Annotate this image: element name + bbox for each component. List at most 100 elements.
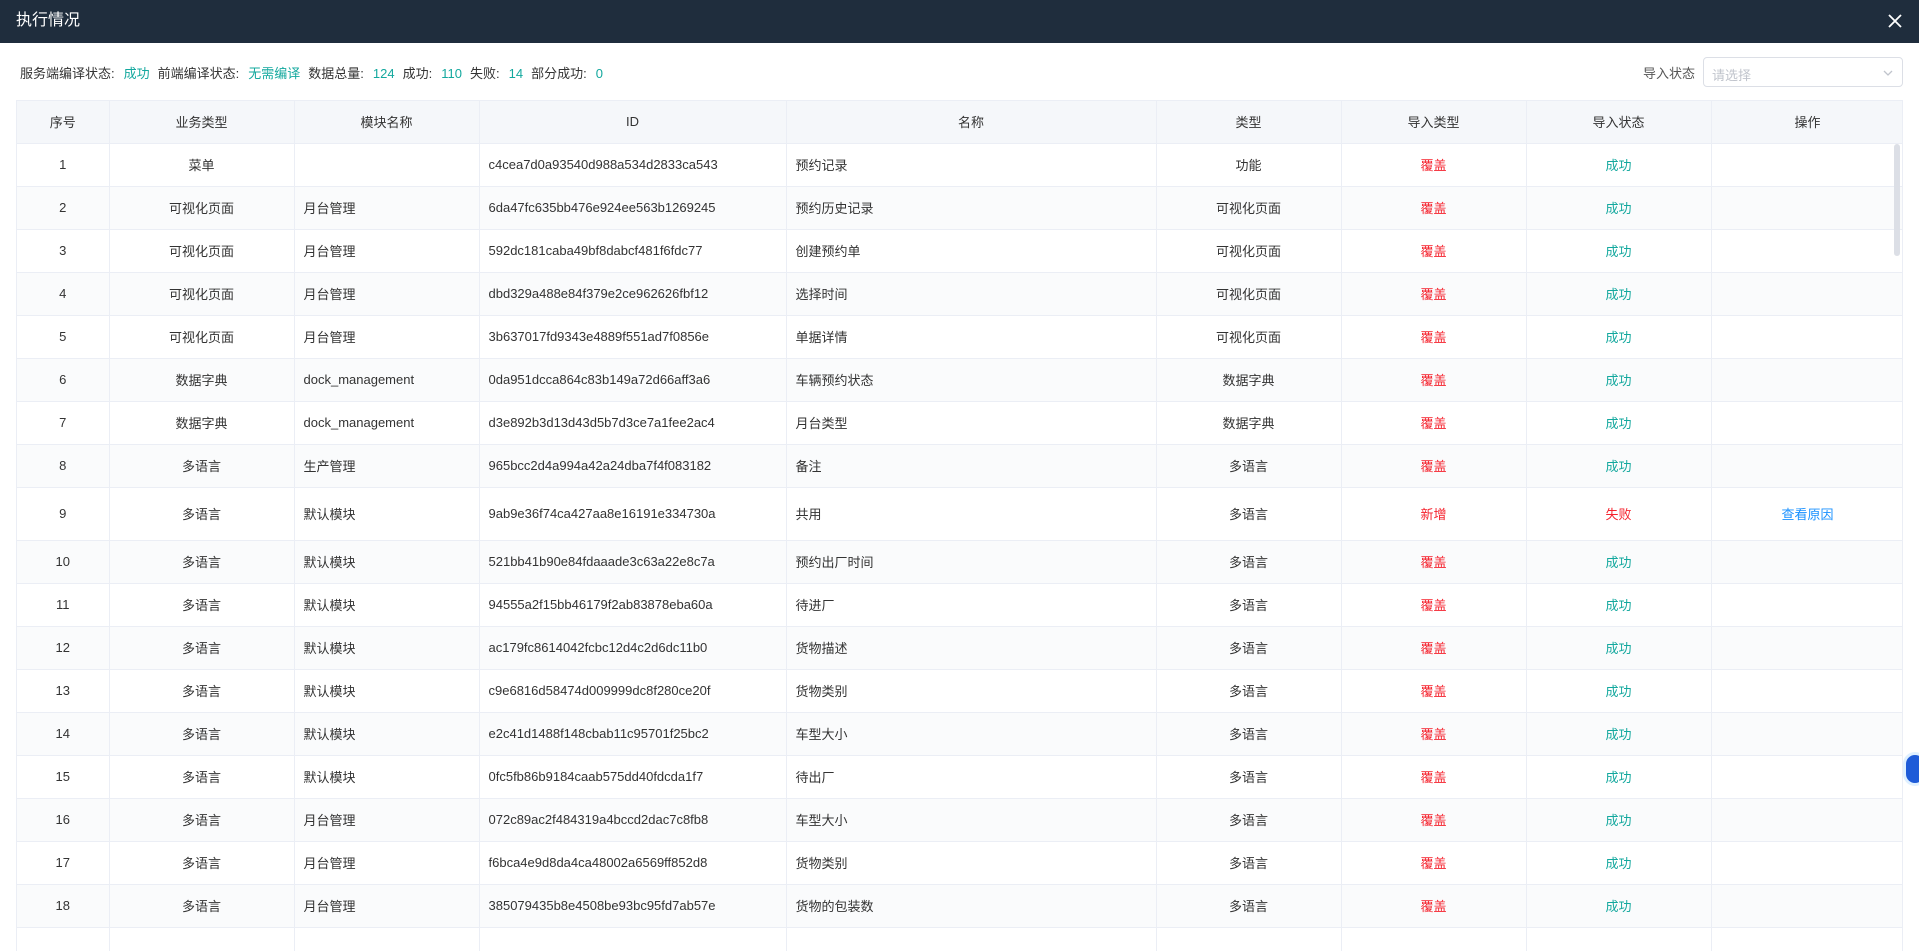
import-status-label: 导入状态 bbox=[1642, 65, 1695, 81]
table-row: 18 多语言 月台管理 385079435b8e4508be93bc95fd7ab57… bbox=[17, 884, 1902, 928]
module-name: 月台管理 bbox=[294, 229, 480, 273]
record-id: 965bcc2d4a994a42a24dba7f4f083182 bbox=[479, 444, 787, 488]
action-link bbox=[1711, 186, 1902, 230]
total-label: 数据总量: bbox=[308, 66, 364, 81]
record-type: 可视化页面 bbox=[1156, 229, 1342, 273]
action-link bbox=[1711, 583, 1902, 627]
record-id: d3e892b3d13d43d5b7d3ce7a1fee2ac4 bbox=[479, 401, 787, 445]
module-name: 默认模块 bbox=[294, 487, 480, 541]
import-type: 覆盖 bbox=[1341, 272, 1527, 316]
partial-label: 部分成功: bbox=[531, 66, 587, 81]
record-id: ac179fc8614042fcbc12d4c2d6dc11b0 bbox=[479, 626, 787, 670]
import-status-select[interactable]: 请选择 bbox=[1703, 57, 1903, 87]
module-name: 默认模块 bbox=[294, 755, 480, 799]
import-status: 失败 bbox=[1526, 487, 1712, 541]
row-number: 7 bbox=[17, 401, 110, 445]
fail-label: 失败: bbox=[469, 66, 500, 81]
column-header: 业务类型 bbox=[109, 101, 295, 144]
table-row: 3 可视化页面 月台管理 592dc181caba49bf8dabcf481f6fdc… bbox=[17, 229, 1902, 273]
close-icon[interactable] bbox=[1885, 11, 1905, 31]
table-scrollbar[interactable] bbox=[1894, 144, 1900, 256]
action-link bbox=[1711, 798, 1902, 842]
success-label: 成功: bbox=[402, 66, 433, 81]
table-row: 6 数据字典 dock_management 0da951dcca864c83b149… bbox=[17, 358, 1902, 402]
module-name bbox=[294, 143, 480, 187]
row-number: 11 bbox=[17, 583, 110, 627]
business-type: 可视化页面 bbox=[109, 229, 295, 273]
business-type: 多语言 bbox=[109, 583, 295, 627]
record-id: 592dc181caba49bf8dabcf481f6fdc77 bbox=[479, 229, 787, 273]
action-link bbox=[1711, 444, 1902, 488]
result-table: 序号 业务类型 模块名称 ID 名称 类型 导入类型 导入状态 操作 1 菜单 c4… bbox=[16, 100, 1903, 951]
table-row: 2 可视化页面 月台管理 6da47fc635bb476e924ee563b12692… bbox=[17, 186, 1902, 230]
record-id bbox=[479, 927, 787, 951]
record-name: 备注 bbox=[786, 444, 1157, 488]
front-compile-label: 前端编译状态: bbox=[157, 66, 240, 81]
column-header: ID bbox=[479, 101, 787, 144]
table-row: 1 菜单 c4cea7d0a93540d988a534d2833ca543 预约记录功… bbox=[17, 143, 1902, 187]
column-header: 导入状态 bbox=[1526, 101, 1712, 144]
record-name: 车型大小 bbox=[786, 712, 1157, 756]
record-id: 072c89ac2f484319a4bccd2dac7c8fb8 bbox=[479, 798, 787, 842]
row-number: 14 bbox=[17, 712, 110, 756]
row-number: 3 bbox=[17, 229, 110, 273]
row-number: 4 bbox=[17, 272, 110, 316]
record-type: 可视化页面 bbox=[1156, 186, 1342, 230]
import-status: 成功 bbox=[1526, 143, 1712, 187]
table-row: 13 多语言 默认模块 c9e6816d58474d009999dc8f280ce20… bbox=[17, 669, 1902, 713]
record-name bbox=[786, 927, 1157, 951]
fail-value: 14 bbox=[508, 66, 524, 81]
record-name: 共用 bbox=[786, 487, 1157, 541]
module-name: 默认模块 bbox=[294, 583, 480, 627]
row-number: 16 bbox=[17, 798, 110, 842]
server-compile-label: 服务端编译状态: bbox=[20, 66, 115, 81]
action-link bbox=[1711, 272, 1902, 316]
import-status: 成功 bbox=[1526, 229, 1712, 273]
import-type: 新增 bbox=[1341, 487, 1527, 541]
record-id: 3b637017fd9343e4889f551ad7f0856e bbox=[479, 315, 787, 359]
success-value: 110 bbox=[441, 66, 462, 81]
import-type: 覆盖 bbox=[1341, 712, 1527, 756]
record-type: 数据字典 bbox=[1156, 401, 1342, 445]
import-status: 成功 bbox=[1526, 444, 1712, 488]
row-number: 12 bbox=[17, 626, 110, 670]
action-link bbox=[1711, 401, 1902, 445]
front-compile-value: 无需编译 bbox=[248, 66, 301, 81]
import-type: 覆盖 bbox=[1341, 186, 1527, 230]
import-status-filter: 导入状态 请选择 bbox=[1643, 57, 1903, 87]
module-name: 月台管理 bbox=[294, 798, 480, 842]
action-link bbox=[1711, 841, 1902, 885]
module-name: dock_management bbox=[294, 401, 480, 445]
module-name: 月台管理 bbox=[294, 315, 480, 359]
import-status: 成功 bbox=[1526, 315, 1712, 359]
record-name: 预约记录 bbox=[786, 143, 1157, 187]
chevron-down-icon bbox=[1883, 70, 1893, 76]
action-link bbox=[1711, 540, 1902, 584]
import-type: 覆盖 bbox=[1341, 540, 1527, 584]
row-number: 5 bbox=[17, 315, 110, 359]
record-name: 货物的包装数 bbox=[786, 884, 1157, 928]
record-id: 0da951dcca864c83b149a72d66aff3a6 bbox=[479, 358, 787, 402]
business-type: 菜单 bbox=[109, 143, 295, 187]
record-type bbox=[1156, 927, 1342, 951]
table-row: 17 多语言 月台管理 f6bca4e9d8da4ca48002a6569ff852d… bbox=[17, 841, 1902, 885]
action-link bbox=[1711, 884, 1902, 928]
import-type: 覆盖 bbox=[1341, 755, 1527, 799]
floating-assistant-button[interactable] bbox=[1903, 752, 1919, 786]
record-type: 多语言 bbox=[1156, 884, 1342, 928]
record-name: 选择时间 bbox=[786, 272, 1157, 316]
business-type: 多语言 bbox=[109, 540, 295, 584]
business-type: 多语言 bbox=[109, 798, 295, 842]
dialog-header: 执行情况 bbox=[0, 0, 1919, 43]
table-row bbox=[17, 927, 1902, 951]
action-link[interactable]: 查看原因 bbox=[1711, 487, 1902, 541]
business-type: 多语言 bbox=[109, 841, 295, 885]
partial-value: 0 bbox=[595, 66, 603, 81]
import-type: 覆盖 bbox=[1341, 669, 1527, 713]
business-type: 可视化页面 bbox=[109, 272, 295, 316]
import-status: 成功 bbox=[1526, 798, 1712, 842]
row-number: 15 bbox=[17, 755, 110, 799]
business-type: 多语言 bbox=[109, 884, 295, 928]
record-type: 多语言 bbox=[1156, 540, 1342, 584]
record-name: 预约历史记录 bbox=[786, 186, 1157, 230]
